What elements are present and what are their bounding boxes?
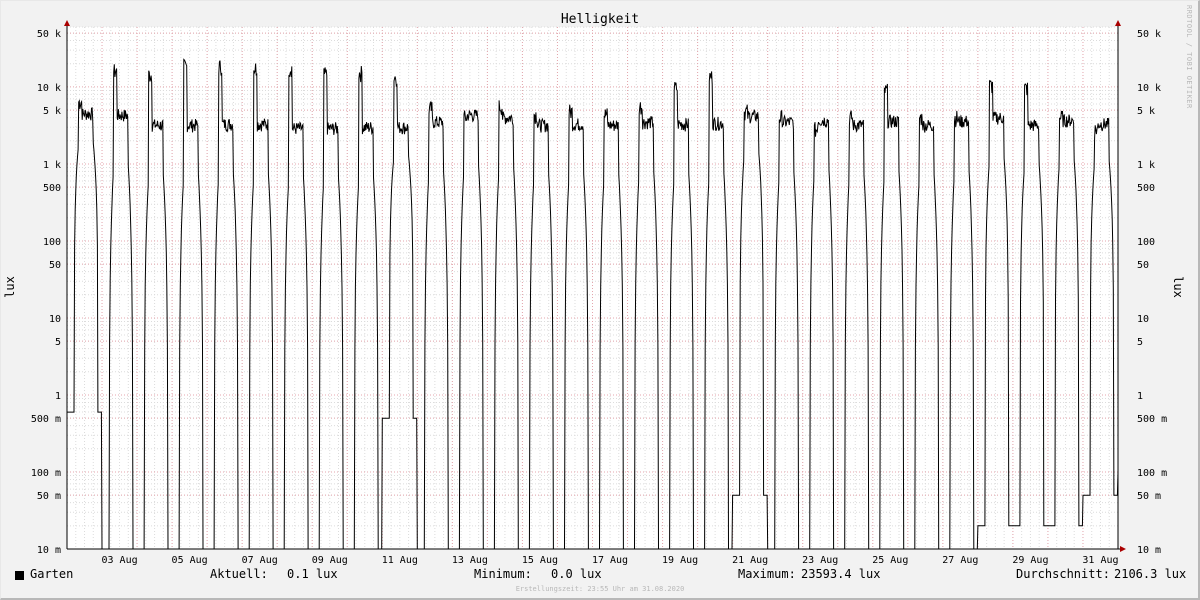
y-tick-label-right: 10 (1137, 314, 1149, 325)
legend-current-label: Aktuell: (210, 567, 268, 581)
x-tick-label: 05 Aug (172, 555, 208, 566)
y-tick-label-left: 500 m (31, 414, 61, 425)
y-tick-label-left: 10 m (37, 545, 61, 556)
legend-max-value: 23593.4 lux (801, 567, 881, 581)
x-tick-label: 07 Aug (242, 555, 278, 566)
y-tick-label-right: 50 m (1137, 491, 1161, 502)
y-tick-labels-left: 10 m 50 m 100 m 500 m 1 5 10 50 100 500 1 k 5 k 10 k… (31, 29, 61, 556)
y-tick-label-right: 50 k (1137, 29, 1161, 40)
x-tick-label: 23 Aug (802, 555, 838, 566)
y-axis-label-right: lux (1171, 276, 1185, 298)
x-tick-label: 13 Aug (452, 555, 488, 566)
x-tick-label: 17 Aug (592, 555, 628, 566)
y-tick-label-left: 5 (55, 337, 61, 348)
legend-avg-value: 2106.3 lux (1114, 567, 1187, 581)
y-tick-label-left: 10 (49, 314, 61, 325)
y-tick-label-right: 10 k (1137, 83, 1161, 94)
x-tick-label: 09 Aug (312, 555, 348, 566)
legend-max-label: Maximum: (738, 567, 796, 581)
y-tick-label-right: 5 (1137, 337, 1143, 348)
x-tick-label: 27 Aug (942, 555, 978, 566)
x-tick-label: 31 Aug (1082, 555, 1118, 566)
legend-swatch-garten (15, 571, 24, 580)
y-tick-label-right: 500 (1137, 183, 1155, 194)
x-tick-label: 21 Aug (732, 555, 768, 566)
y-tick-label-left: 1 k (43, 160, 61, 171)
legend-avg-label: Durchschnitt: (1016, 567, 1110, 581)
brightness-chart: Helligkeit lux lux 10 m50 m100 m500 m151… (3, 12, 1185, 566)
legend-current-value: 0.1 lux (287, 567, 338, 581)
y-tick-label-right: 1 k (1137, 160, 1155, 171)
y-tick-label-right: 1 (1137, 391, 1143, 402)
y-tick-label-left: 50 (49, 260, 61, 271)
footer-timestamp: Erstellungszeit: 23:55 Uhr am 31.08.2020 (515, 585, 685, 593)
y-tick-label-right: 100 m (1137, 468, 1167, 479)
y-tick-label-right: 50 (1137, 260, 1149, 271)
x-tick-labels: 03 Aug 05 Aug 07 Aug 09 Aug 11 Aug 13 Aug 15 A… (101, 555, 1118, 566)
x-tick-label: 19 Aug (662, 555, 698, 566)
x-tick-label: 03 Aug (101, 555, 137, 566)
x-tick-label: 15 Aug (522, 555, 558, 566)
y-tick-labels-right: 10 m 50 m 100 m 500 m 1 5 10 50 100 500 1 k 5 k 10 k… (1137, 29, 1167, 556)
y-axis-label-left: lux (3, 276, 17, 298)
legend-series-name: Garten (30, 567, 74, 581)
chart-title: Helligkeit (561, 12, 639, 27)
x-tick-label: 29 Aug (1012, 555, 1048, 566)
x-axis-arrow (1120, 546, 1126, 552)
x-tick-label: 25 Aug (872, 555, 908, 566)
y-tick-label-left: 50 m (37, 491, 61, 502)
y-tick-label-right: 500 m (1137, 414, 1167, 425)
y-tick-label-left: 100 m (31, 468, 61, 479)
y-tick-label-left: 50 k (37, 29, 61, 40)
y-axis-arrow-left (64, 20, 70, 26)
y-tick-label-right: 100 (1137, 237, 1155, 248)
y-axis-arrow-right (1115, 20, 1121, 26)
y-tick-label-left: 1 (55, 391, 61, 402)
legend-min-label: Minimum: (474, 567, 532, 581)
y-tick-label-right: 10 m (1137, 545, 1161, 556)
legend-min-value: 0.0 lux (551, 567, 602, 581)
y-tick-label-right: 5 k (1137, 106, 1155, 117)
y-tick-label-left: 100 (43, 237, 61, 248)
y-tick-label-left: 500 (43, 183, 61, 194)
x-tick-label: 11 Aug (382, 555, 418, 566)
y-tick-label-left: 10 k (37, 83, 61, 94)
y-tick-label-left: 5 k (43, 106, 61, 117)
watermark: RRDTOOL / TOBI OETIKER (1185, 5, 1193, 109)
